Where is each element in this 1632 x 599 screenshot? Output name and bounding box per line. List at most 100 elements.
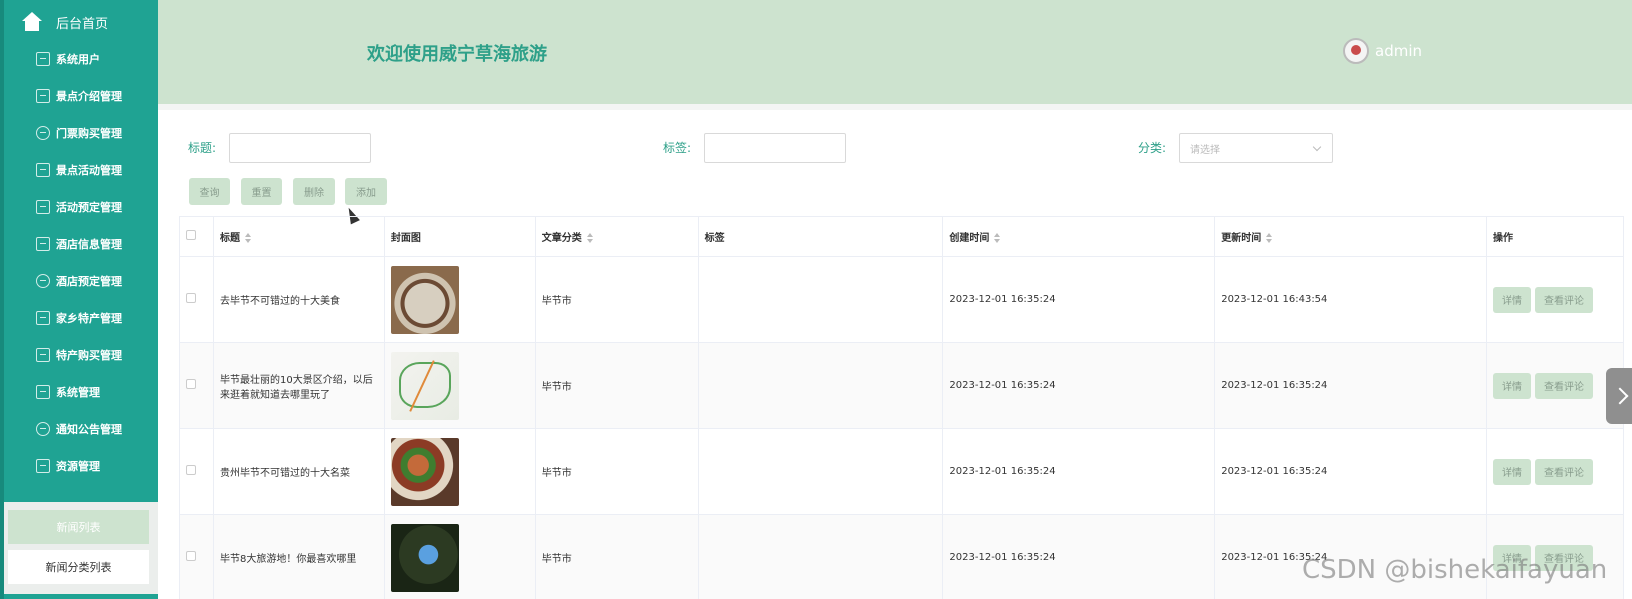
news-table: 标题 封面图 文章分类 标签 创建时间 更新时间 操作 去毕节不可错过的十大美食… [179, 216, 1624, 599]
add-button[interactable]: 添加 [345, 178, 387, 205]
sidebar-bottom-bar [4, 594, 158, 599]
row-checkbox[interactable] [186, 465, 196, 475]
sidebar-home-label: 后台首页 [56, 16, 109, 32]
column-header-category[interactable]: 文章分类 [534, 216, 699, 257]
avatar [1343, 38, 1369, 64]
sort-icon[interactable] [244, 233, 252, 243]
chart-icon [36, 89, 50, 103]
row-checkbox[interactable] [186, 551, 196, 561]
sidebar-item-resources[interactable]: 资源管理 [4, 447, 158, 485]
view-comments-button[interactable]: 查看评论 [1535, 458, 1593, 485]
user-menu[interactable]: admin [1343, 38, 1422, 64]
title-filter-input[interactable] [229, 133, 371, 163]
row-category: 毕节市 [534, 256, 699, 343]
reset-button[interactable]: 重置 [241, 178, 282, 205]
select-all-cell [179, 216, 214, 257]
sidebar-item-activities[interactable]: 景点活动管理 [4, 151, 158, 189]
row-cover [383, 514, 536, 599]
row-cover [383, 342, 536, 429]
category-select[interactable]: 请选择 [1179, 133, 1333, 163]
user-card-icon [36, 52, 50, 66]
sort-icon[interactable] [993, 233, 1001, 243]
row-title: 毕节最壮丽的10大景区介绍，以后来逛着就知道去哪里玩了 [212, 342, 385, 429]
sidebar-item-notices[interactable]: 通知公告管理 [4, 410, 158, 448]
tag-filter-input[interactable] [704, 133, 846, 163]
page-title: 欢迎使用威宁草海旅游 [367, 44, 547, 65]
cover-image [390, 523, 459, 592]
table-row: 毕节最壮丽的10大景区介绍，以后来逛着就知道去哪里玩了 毕节市 2023-12-… [179, 342, 1624, 429]
chevron-right-icon[interactable] [1606, 368, 1632, 424]
view-comments-button[interactable]: 查看评论 [1535, 286, 1593, 313]
sidebar-item-tickets[interactable]: 门票购买管理 [4, 114, 158, 152]
sidebar-item-label: 系统管理 [56, 386, 100, 399]
tag-filter-label: 标签: [663, 141, 692, 155]
delete-button[interactable]: 删除 [293, 178, 335, 205]
column-header-cover: 封面图 [383, 216, 536, 257]
sidebar-home[interactable]: 后台首页 [4, 0, 158, 44]
row-category: 毕节市 [534, 514, 699, 599]
sidebar-item-label: 系统用户 [56, 53, 100, 66]
row-created: 2023-12-01 16:35:24 [942, 256, 1216, 343]
sidebar-item-system-management[interactable]: 系统管理 [4, 373, 158, 411]
row-cover [383, 428, 536, 515]
row-cover [383, 256, 536, 343]
row-tag [697, 514, 944, 599]
row-title: 毕节8大旅游地！你最喜欢哪里 [212, 514, 385, 599]
row-created: 2023-12-01 16:35:24 [942, 428, 1216, 515]
row-updated: 2023-12-01 16:35:24 [1214, 342, 1487, 429]
sidebar-item-label: 特产购买管理 [56, 349, 122, 362]
query-button[interactable]: 查询 [189, 178, 230, 205]
sidebar-item-specialty-purchase[interactable]: 特产购买管理 [4, 336, 158, 374]
edit-icon [36, 459, 50, 473]
detail-button[interactable]: 详情 [1493, 458, 1531, 485]
submenu-news-list[interactable]: 新闻列表 [8, 510, 149, 544]
sidebar-item-hotel-info[interactable]: 酒店信息管理 [4, 225, 158, 263]
sidebar-item-label: 门票购买管理 [56, 127, 122, 140]
table-header-row: 标题 封面图 文章分类 标签 创建时间 更新时间 操作 [179, 216, 1624, 257]
row-checkbox[interactable] [186, 293, 196, 303]
sidebar-item-specialties[interactable]: 家乡特产管理 [4, 299, 158, 337]
row-title: 去毕节不可错过的十大美食 [212, 256, 385, 343]
sort-icon[interactable] [1265, 233, 1273, 243]
sort-icon[interactable] [586, 233, 594, 243]
row-actions: 详情 查看评论 [1486, 342, 1624, 429]
chevron-down-icon [1312, 142, 1322, 152]
sidebar-item-label: 酒店信息管理 [56, 238, 122, 251]
row-checkbox[interactable] [186, 379, 196, 389]
top-header: 欢迎使用威宁草海旅游 admin [158, 0, 1632, 104]
row-actions: 详情 查看评论 [1486, 428, 1624, 515]
sidebar-item-label: 景点介绍管理 [56, 90, 122, 103]
column-header-created[interactable]: 创建时间 [942, 216, 1216, 257]
cover-image [390, 351, 459, 420]
sidebar-item-label: 活动预定管理 [56, 201, 122, 214]
user-card-icon [36, 348, 50, 362]
watermark: CSDN @bishekaifayuan [1302, 555, 1608, 585]
row-actions: 详情 查看评论 [1486, 256, 1624, 343]
row-created: 2023-12-01 16:35:24 [942, 342, 1216, 429]
cover-image [390, 437, 459, 506]
row-updated: 2023-12-01 16:35:24 [1214, 428, 1487, 515]
sidebar-item-activity-booking[interactable]: 活动预定管理 [4, 188, 158, 226]
cloud-icon [36, 422, 50, 436]
title-filter-label: 标题: [188, 141, 217, 155]
view-comments-button[interactable]: 查看评论 [1535, 372, 1593, 399]
column-header-title[interactable]: 标题 [212, 216, 385, 257]
row-tag [697, 256, 944, 343]
select-all-checkbox[interactable] [186, 230, 196, 240]
sidebar-item-system-users[interactable]: 系统用户 [4, 40, 158, 78]
sidebar-item-attractions[interactable]: 景点介绍管理 [4, 77, 158, 115]
row-category: 毕节市 [534, 342, 699, 429]
detail-button[interactable]: 详情 [1493, 286, 1531, 313]
submenu-news-category-list[interactable]: 新闻分类列表 [8, 550, 149, 584]
header-divider [158, 104, 1632, 110]
category-select-placeholder: 请选择 [1190, 144, 1220, 156]
sidebar-item-hotel-booking[interactable]: 酒店预定管理 [4, 262, 158, 300]
detail-button[interactable]: 详情 [1493, 372, 1531, 399]
sidebar-item-label: 家乡特产管理 [56, 312, 122, 325]
sidebar-item-label: 通知公告管理 [56, 423, 122, 436]
cover-image [390, 265, 459, 334]
chart-icon [36, 200, 50, 214]
sidebar-item-label: 资源管理 [56, 460, 100, 473]
chart-icon [36, 311, 50, 325]
column-header-updated[interactable]: 更新时间 [1214, 216, 1487, 257]
